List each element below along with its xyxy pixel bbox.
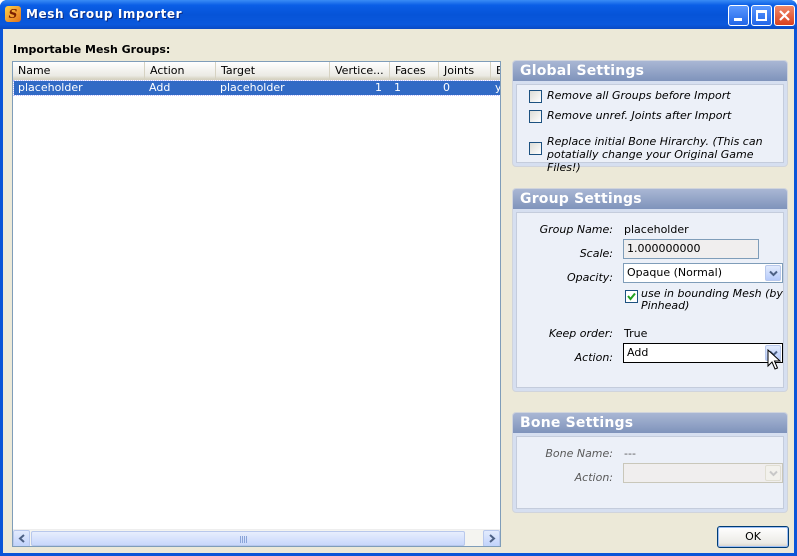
column-vertices[interactable]: Vertice... [330, 62, 390, 80]
column-action[interactable]: Action [145, 62, 216, 80]
bone-settings-body: Bone Name: --- Action: [516, 436, 784, 509]
checkmark-icon [627, 292, 636, 301]
close-icon [779, 10, 790, 21]
list-header: Name Action Target Vertice... Faces Join… [13, 62, 500, 80]
column-joints[interactable]: Joints [439, 62, 491, 80]
global-settings-title: Global Settings [513, 61, 787, 81]
group-settings-title: Group Settings [513, 189, 787, 209]
opacity-selected-value: Opaque (Normal) [627, 266, 722, 279]
remove-groups-label[interactable]: Remove all Groups before Import [547, 89, 731, 102]
scale-input[interactable]: 1.000000000 [623, 239, 759, 259]
cell-target: placeholder [220, 81, 285, 94]
opacity-dropdown-button[interactable] [765, 265, 781, 281]
grip-icon [240, 536, 248, 543]
ok-button[interactable]: OK [717, 526, 789, 548]
cell-b: y [491, 81, 500, 95]
chevron-down-icon [769, 470, 778, 477]
remove-joints-checkbox[interactable] [529, 110, 542, 123]
scroll-thumb[interactable] [31, 531, 465, 546]
bounding-mesh-label-line2[interactable]: Pinhead) [641, 299, 689, 312]
bone-name-label: Bone Name: [545, 447, 613, 460]
column-b[interactable]: B [491, 62, 500, 80]
cell-action: Add [149, 81, 171, 94]
window-title: Mesh Group Importer [26, 7, 183, 21]
group-name-value: placeholder [624, 223, 689, 236]
chevron-down-icon [769, 270, 778, 277]
cell-name: placeholder [18, 81, 83, 94]
cell-vertices: 1 [375, 81, 382, 94]
cell-joints: 0 [443, 81, 450, 94]
replace-bones-label-line1[interactable]: Replace initial Bone Hirarchy. (This can [547, 135, 763, 148]
global-settings-body: Remove all Groups before Import Remove u… [516, 84, 784, 174]
keep-order-label: Keep order: [548, 327, 613, 340]
bone-action-dropdown-button[interactable] [765, 465, 781, 481]
remove-groups-checkbox[interactable] [529, 90, 542, 103]
column-target[interactable]: Target [216, 62, 330, 80]
arrow-left-icon [18, 534, 25, 543]
action-selected-value: Add [627, 346, 649, 359]
cell-faces: 1 [394, 81, 401, 94]
scale-label: Scale: [579, 247, 613, 260]
global-settings-panel: Global Settings Remove all Groups before… [512, 60, 788, 174]
client-area: Importable Mesh Groups: Name Action Targ… [3, 29, 794, 553]
group-settings-body: Group Name: placeholder Scale: 1.0000000… [516, 212, 784, 388]
mouse-cursor-icon [767, 349, 781, 370]
mesh-groups-label: Importable Mesh Groups: [13, 43, 171, 56]
group-name-label: Group Name: [539, 223, 613, 236]
remove-joints-label[interactable]: Remove unref. Joints after Import [547, 109, 731, 122]
close-button[interactable] [774, 5, 795, 26]
bone-action-label: Action: [574, 471, 613, 484]
scroll-left-button[interactable] [13, 530, 30, 546]
action-select[interactable]: Add [623, 343, 783, 363]
title-bar[interactable]: S Mesh Group Importer [0, 0, 797, 29]
horizontal-scrollbar[interactable] [13, 529, 500, 546]
app-window: S Mesh Group Importer Importable Mesh Gr… [0, 0, 797, 556]
opacity-label: Opacity: [566, 271, 613, 284]
mesh-groups-list[interactable]: Name Action Target Vertice... Faces Join… [12, 61, 501, 547]
minimize-button[interactable] [728, 5, 749, 26]
table-row[interactable]: placeholder Add placeholder 1 1 0 y [13, 80, 500, 96]
column-faces[interactable]: Faces [390, 62, 439, 80]
keep-order-value: True [624, 327, 648, 340]
bone-name-value: --- [624, 447, 636, 460]
replace-bones-label-line2[interactable]: potatially change your Original Game Fil… [547, 148, 783, 174]
scroll-right-button[interactable] [483, 530, 500, 546]
bone-settings-panel: Bone Settings Bone Name: --- Action: [512, 412, 788, 513]
maximize-button[interactable] [751, 5, 772, 26]
bounding-mesh-checkbox[interactable] [625, 290, 638, 303]
opacity-select[interactable]: Opaque (Normal) [623, 263, 783, 283]
column-name[interactable]: Name [13, 62, 145, 80]
bone-settings-title: Bone Settings [513, 413, 787, 433]
bone-action-select[interactable] [623, 463, 783, 483]
group-settings-panel: Group Settings Group Name: placeholder S… [512, 188, 788, 392]
arrow-right-icon [489, 534, 496, 543]
action-label: Action: [574, 351, 613, 364]
replace-bones-checkbox[interactable] [529, 142, 542, 155]
app-icon[interactable]: S [5, 6, 21, 22]
